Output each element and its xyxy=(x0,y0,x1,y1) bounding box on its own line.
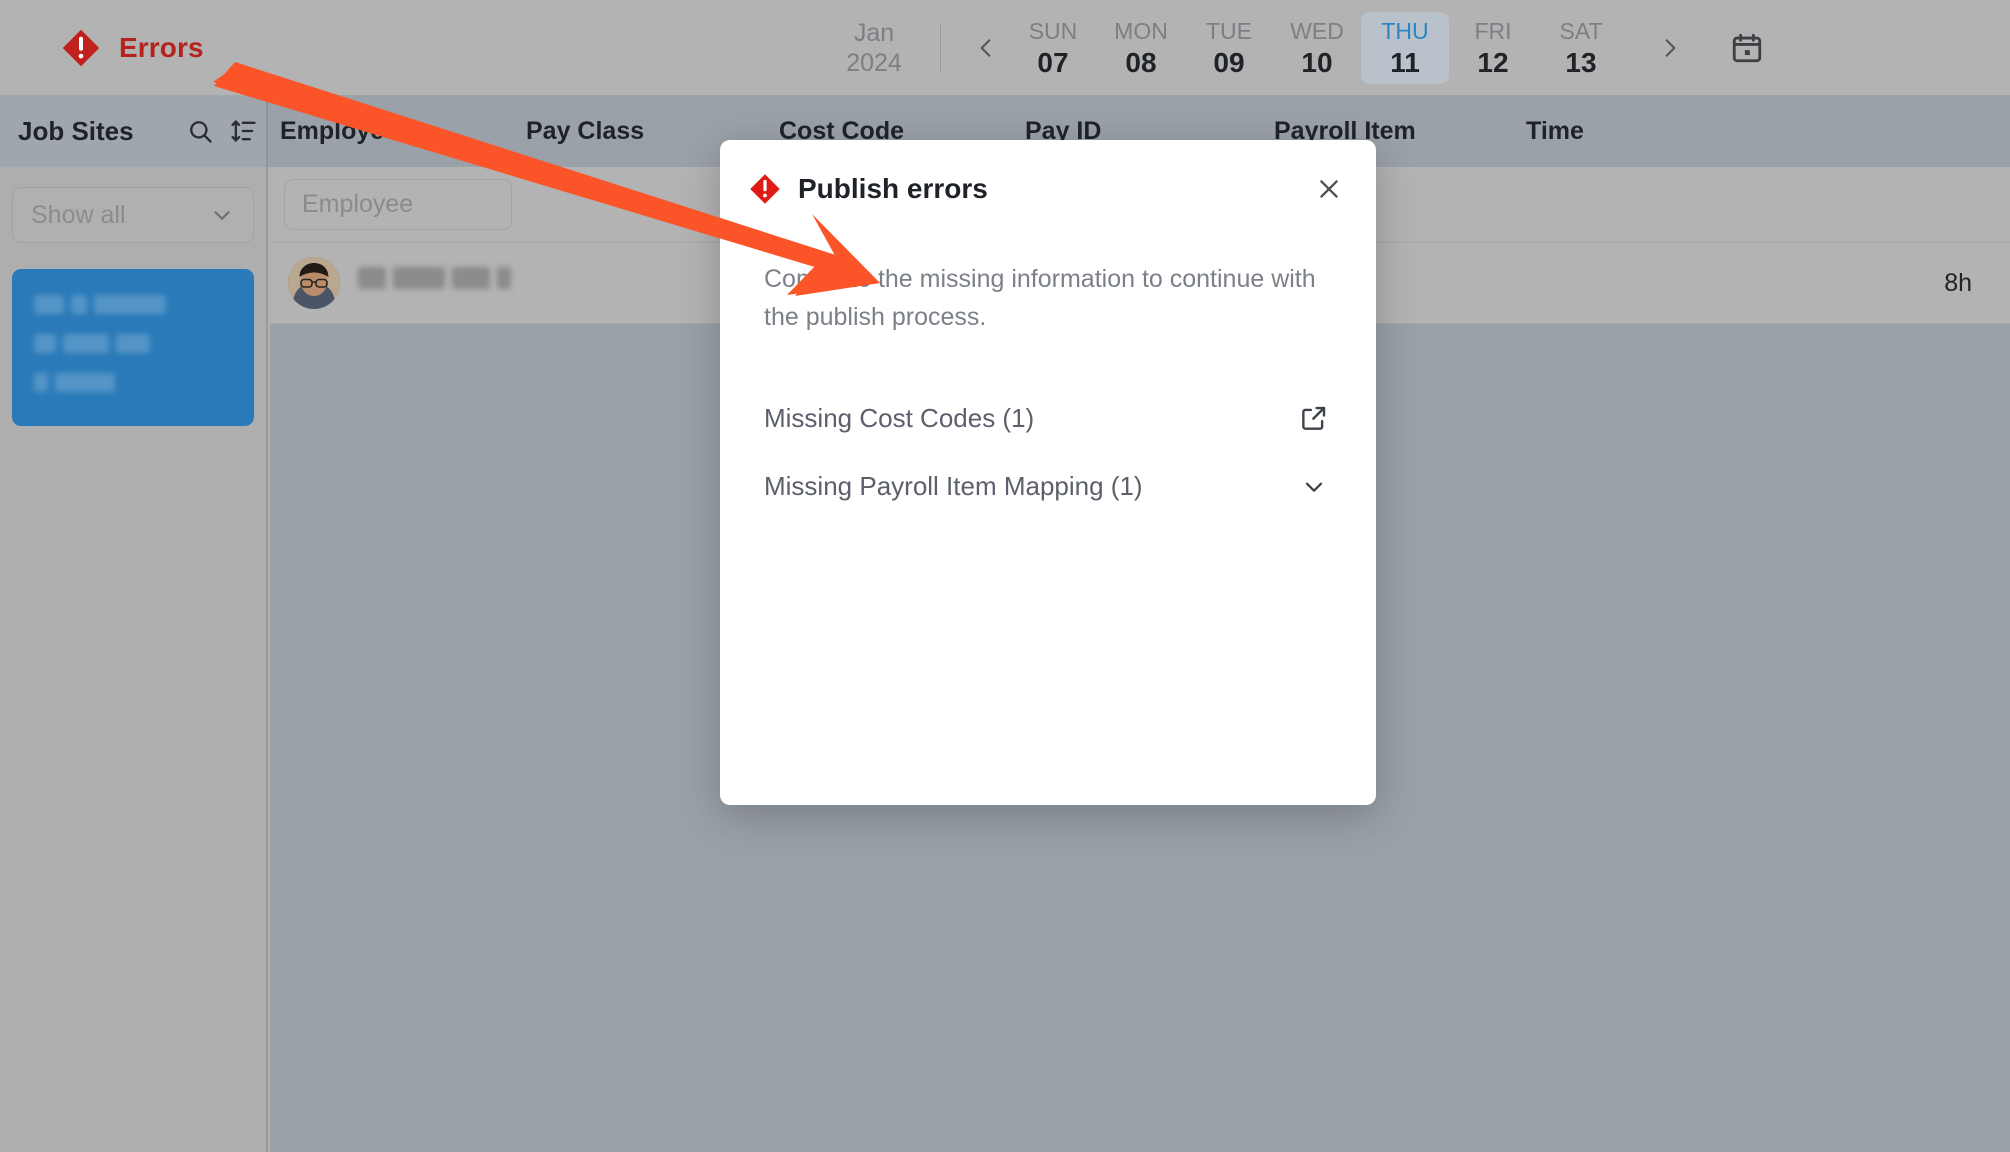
external-link-icon[interactable] xyxy=(1296,400,1332,436)
error-item-label: Missing Payroll Item Mapping (1) xyxy=(764,470,1143,501)
error-list-item[interactable]: Missing Cost Codes (1) xyxy=(764,384,1332,452)
error-item-label: Missing Cost Codes (1) xyxy=(764,402,1035,433)
chevron-down-icon[interactable] xyxy=(1296,468,1332,504)
publish-errors-modal: Publish errors Complete the missing info… xyxy=(720,140,1376,805)
app-root: Errors Jan 2024 SUN 07 MON 08 TUE 09 WED 10 THU 1… xyxy=(0,0,2010,1152)
close-icon[interactable] xyxy=(1310,170,1348,208)
error-list: Missing Cost Codes (1) Missing Payroll It… xyxy=(720,384,1376,520)
modal-header: Publish errors xyxy=(720,140,1376,208)
error-diamond-icon xyxy=(748,172,782,206)
error-list-item[interactable]: Missing Payroll Item Mapping (1) xyxy=(764,452,1332,520)
modal-description: Complete the missing information to cont… xyxy=(764,265,1316,331)
modal-title: Publish errors xyxy=(798,173,988,204)
